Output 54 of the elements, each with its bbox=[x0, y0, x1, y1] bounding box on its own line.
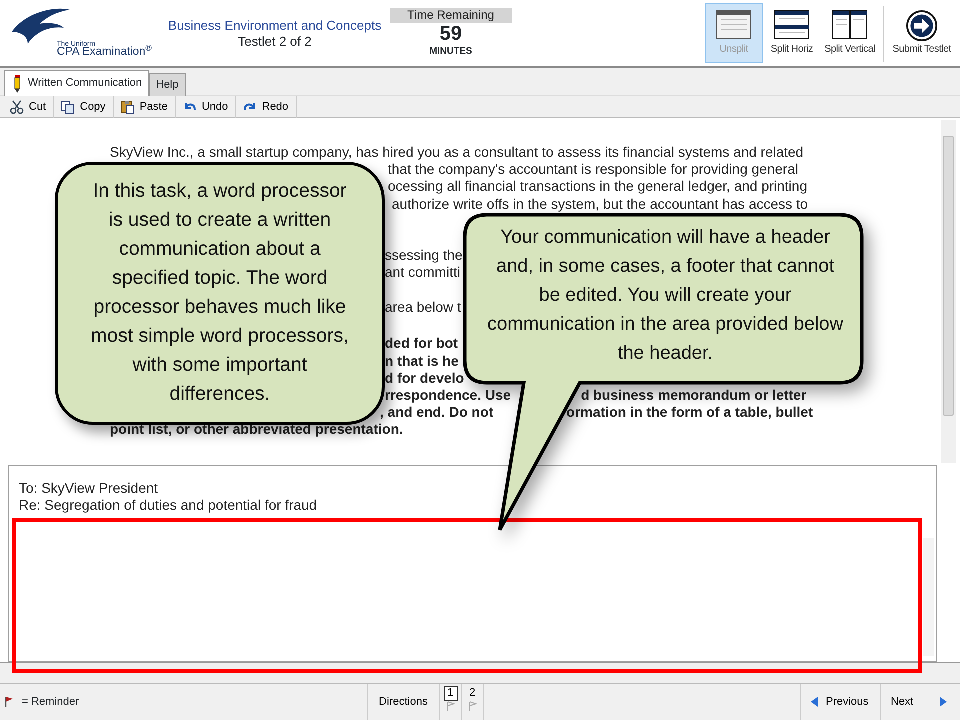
flag-icon bbox=[4, 696, 14, 708]
tab[interactable]: Help bbox=[149, 73, 186, 96]
copy-icon bbox=[61, 100, 76, 114]
passage-text: ded for bot bbox=[385, 335, 458, 352]
passage-text: ocessing all financial transactions in the general ledger, and printing bbox=[388, 178, 808, 196]
passage-text: that the company's accountant is responsible for providing general bbox=[388, 161, 798, 178]
testlet-label: Testlet 2 of 2 bbox=[237, 34, 313, 50]
window-layout-icon bbox=[832, 10, 868, 40]
passage-text: ant committi bbox=[385, 264, 460, 282]
timer-unit: MINUTES bbox=[428, 46, 474, 57]
timer-value: 59 bbox=[438, 23, 464, 46]
arrow-circle-icon bbox=[905, 10, 939, 42]
passage-text: d business memorandum or letter bbox=[581, 386, 807, 404]
window-layout-icon bbox=[774, 10, 810, 40]
passage-text: area below t bbox=[385, 299, 462, 316]
scissors-icon bbox=[10, 100, 24, 114]
page-number[interactable]: 1 bbox=[444, 686, 458, 701]
passage-text: , and end. Do not bbox=[380, 404, 494, 422]
passage-text: ssessing the bbox=[385, 246, 463, 264]
flag-outline-icon bbox=[468, 701, 477, 712]
memo-header-line: Re: Segregation of duties and potential for fraud bbox=[19, 497, 318, 514]
toolbar-button[interactable]: Cut bbox=[3, 96, 54, 118]
passage-text: n that is he bbox=[385, 352, 459, 370]
directions-button[interactable]: Directions bbox=[367, 684, 440, 720]
passage-text: SkyView Inc., a small startup company, has hired you as a consultant to assess its financial systems and related bbox=[110, 144, 804, 162]
passage-text: ormation in the form of a table, bullet bbox=[566, 404, 814, 422]
toolbar-button[interactable]: Copy bbox=[54, 96, 114, 118]
logo-text: CPA Examination$^{®}$ bbox=[57, 47, 152, 58]
view-button[interactable]: Split Horiz bbox=[763, 3, 821, 63]
view-button[interactable]: Split Vertical bbox=[821, 3, 879, 63]
memo-header-line: To: SkyView President bbox=[19, 480, 160, 497]
tab[interactable]: Written Communication bbox=[4, 70, 150, 96]
passage-text: point list, or other abbreviated presentation. bbox=[110, 421, 404, 438]
next-button[interactable]: Next bbox=[880, 684, 960, 720]
callout-text: Your communication will have a header and, in some cases, a footer that cannot be edited. You will create your communication in the area provided below the header. bbox=[486, 226, 844, 366]
section-title: Business Environment and Concepts bbox=[167, 18, 383, 34]
passage-text: d for develo bbox=[385, 370, 464, 387]
toolbar-button[interactable]: Redo bbox=[236, 96, 297, 118]
scrollbar[interactable] bbox=[923, 538, 934, 656]
window-layout-icon bbox=[716, 10, 752, 40]
triangle-left-icon bbox=[811, 697, 818, 707]
legend-text: = Reminder bbox=[22, 694, 80, 710]
submit-button[interactable]: Submit Testlet bbox=[888, 3, 956, 63]
toolbar-button[interactable]: Undo bbox=[176, 96, 236, 118]
clipboard-icon bbox=[120, 100, 135, 114]
passage-text: authorize write offs in the system, but the accountant has access to bbox=[392, 196, 808, 213]
passage-text: rrespondence. Use bbox=[385, 386, 512, 404]
flag-outline-icon bbox=[446, 701, 455, 712]
scrollbar[interactable] bbox=[941, 120, 956, 463]
page-number[interactable]: 2 bbox=[466, 686, 480, 701]
timer-label: Time Remaining bbox=[390, 8, 512, 23]
triangle-right-icon bbox=[940, 697, 947, 707]
toolbar-button[interactable]: Paste bbox=[114, 96, 176, 118]
previous-button[interactable]: Previous bbox=[800, 684, 880, 720]
